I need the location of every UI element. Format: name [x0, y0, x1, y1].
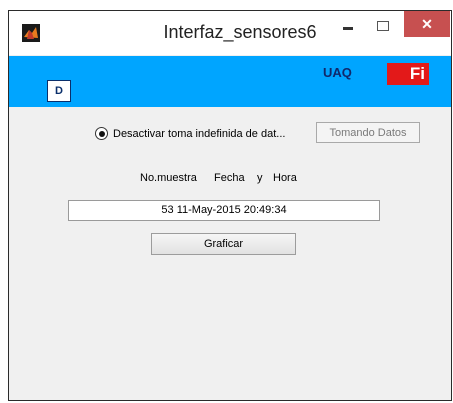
radio-selected-dot — [98, 130, 105, 137]
title-bar: Interfaz_sensores6 ✕ — [9, 11, 451, 55]
maximize-icon — [377, 21, 389, 31]
minimize-icon — [343, 26, 353, 30]
radio-button-icon[interactable] — [95, 127, 108, 140]
header-banner: D UAQ Fi — [9, 56, 451, 107]
uaq-label: UAQ — [323, 65, 352, 80]
close-icon: ✕ — [421, 15, 433, 32]
header-y: y — [257, 172, 263, 184]
radio-label: Desactivar toma indefinida de dat... — [113, 127, 286, 140]
minimize-button[interactable] — [333, 11, 363, 41]
data-display-field[interactable]: 53 11-May-2015 20:49:34 — [68, 200, 380, 221]
desactivar-radio[interactable]: Desactivar toma indefinida de dat... — [95, 127, 285, 140]
header-hora: Hora — [273, 172, 297, 184]
d-logo: D — [47, 80, 71, 102]
tomando-datos-button[interactable]: Tomando Datos — [316, 122, 420, 143]
graficar-button[interactable]: Graficar — [151, 233, 296, 255]
fi-logo: Fi — [387, 63, 429, 85]
maximize-button[interactable] — [368, 11, 398, 41]
header-muestra: No.muestra — [140, 172, 197, 184]
close-button[interactable]: ✕ — [404, 11, 450, 37]
app-window: Interfaz_sensores6 ✕ D UAQ Fi Desactivar… — [8, 10, 452, 401]
header-fecha: Fecha — [214, 172, 245, 184]
